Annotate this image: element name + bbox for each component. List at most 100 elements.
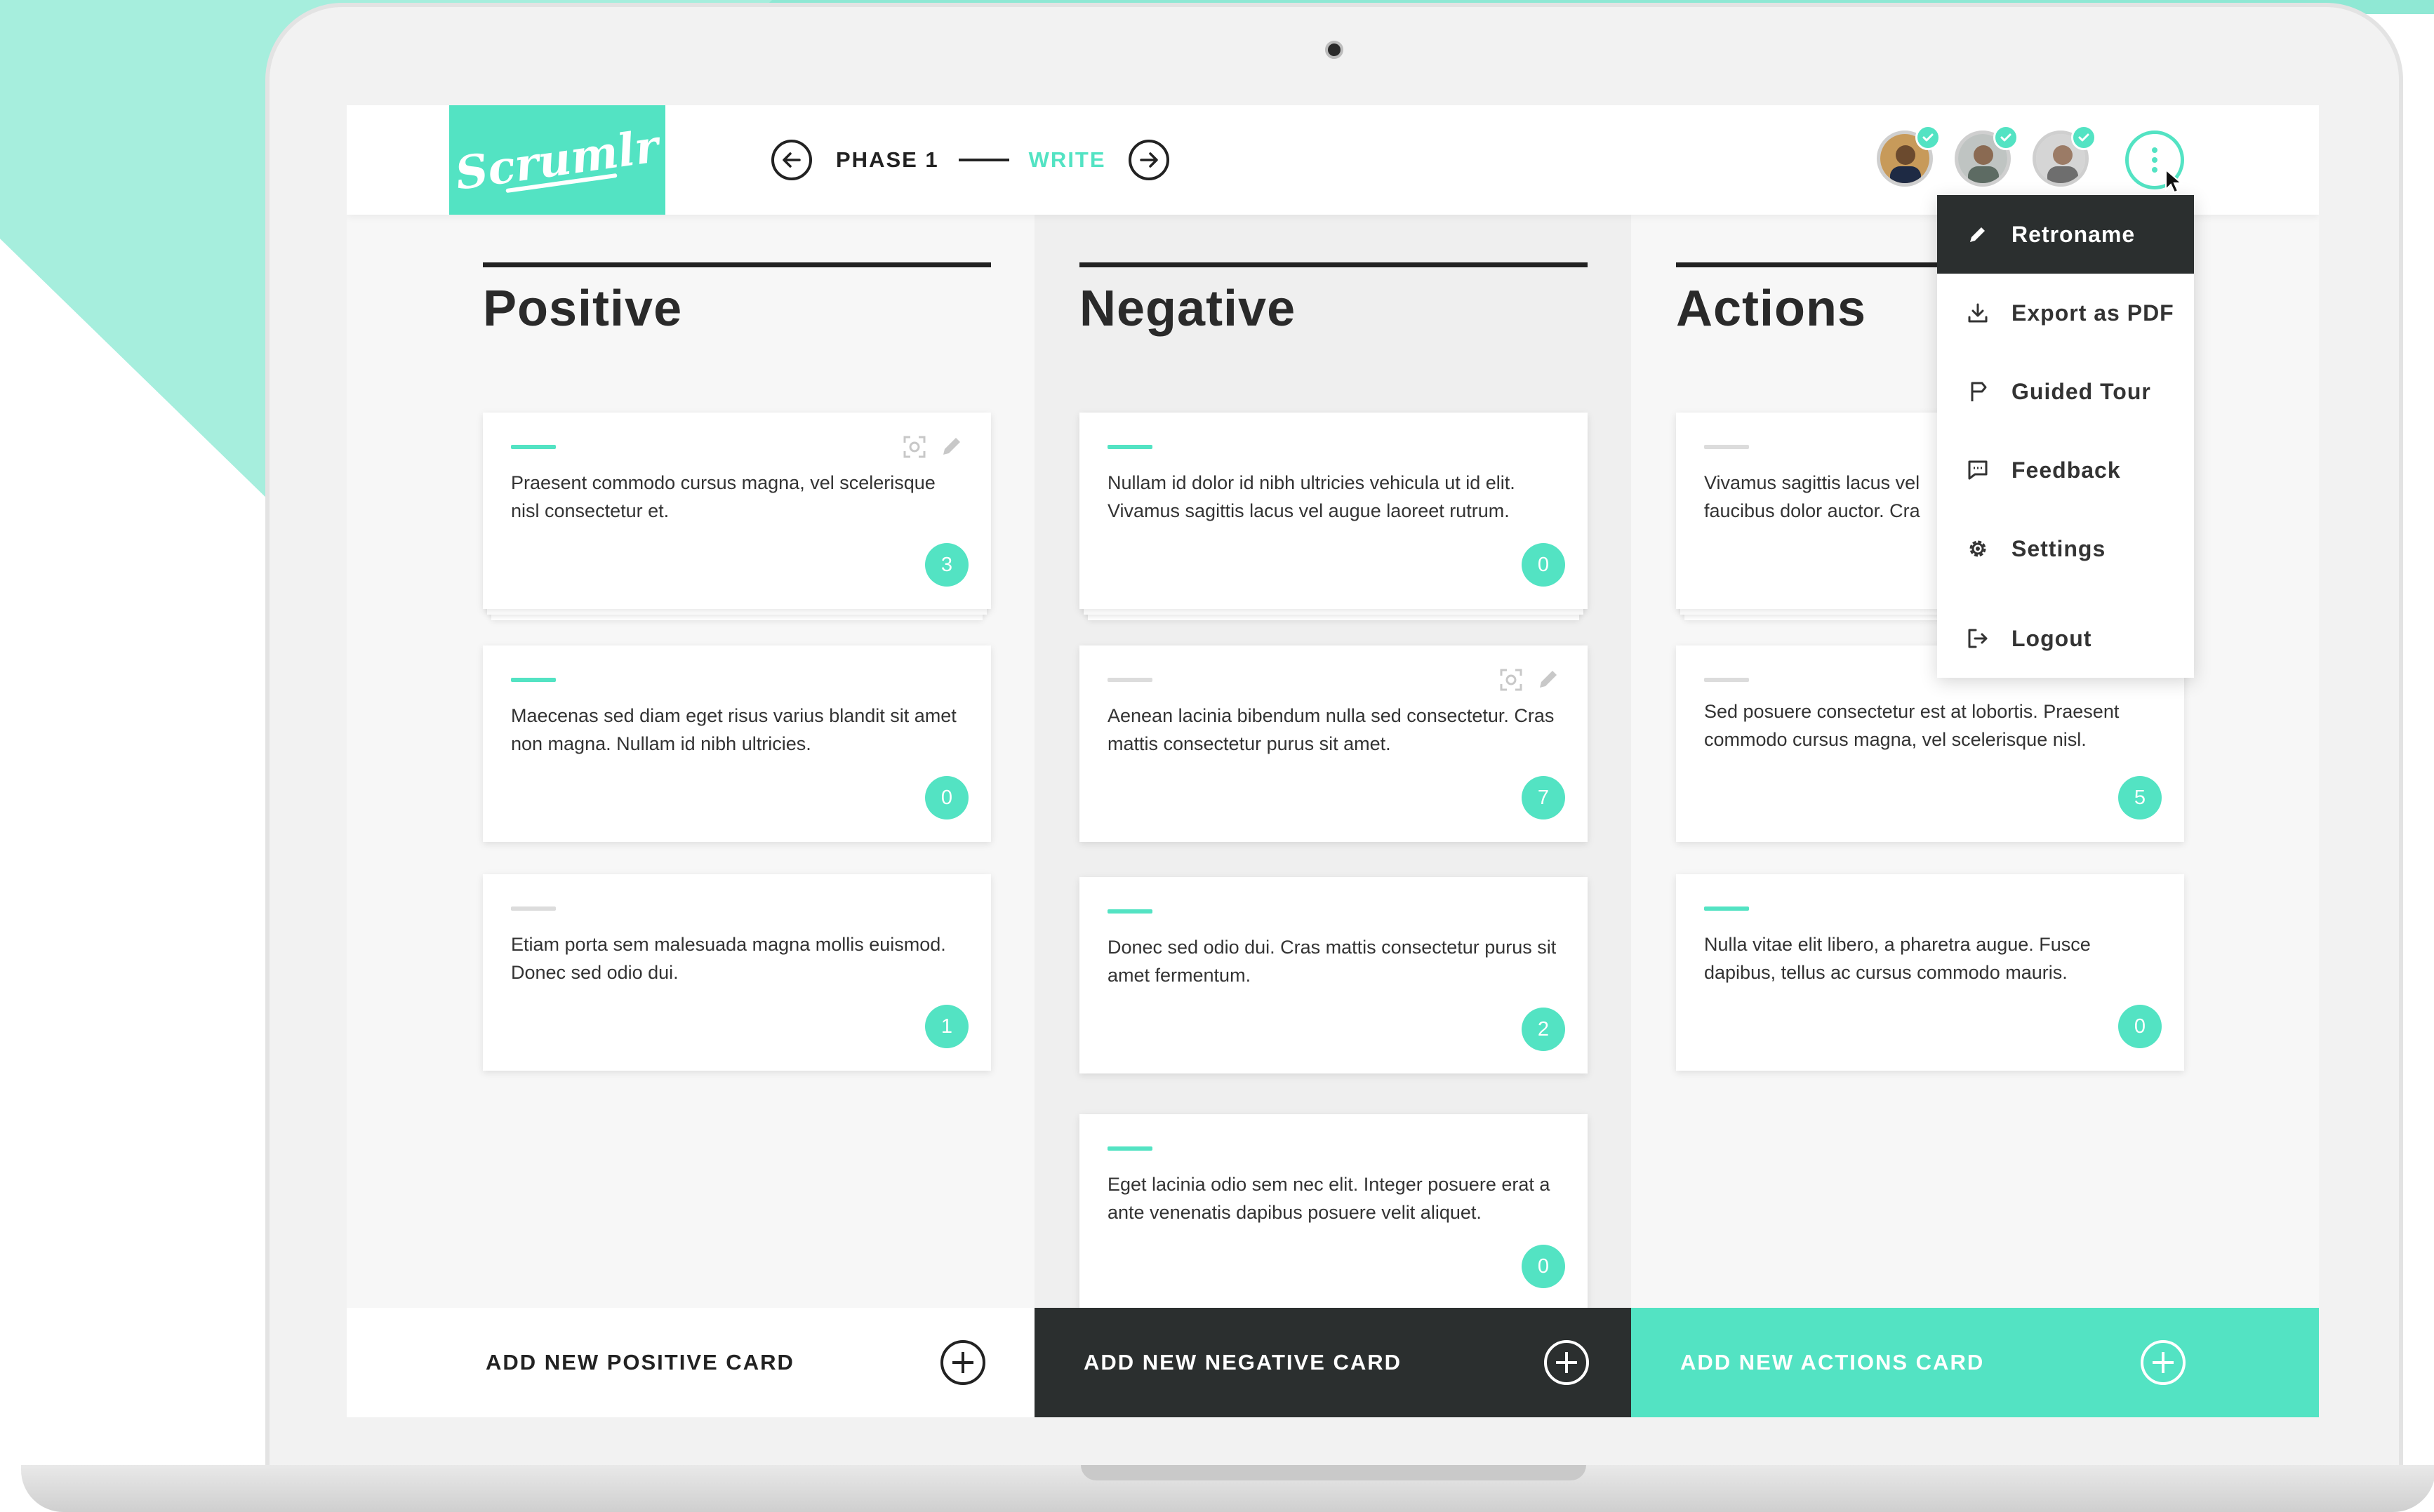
ready-check-icon [1993, 125, 2019, 150]
add-negative-card-button[interactable]: ADD NEW NEGATIVE CARD [1035, 1308, 1631, 1417]
card[interactable]: Nullam id dolor id nibh ultricies vehicu… [1079, 413, 1588, 609]
menu-item-logout[interactable]: Logout [1937, 599, 2194, 678]
card-text: Maecenas sed diam eget risus varius blan… [511, 705, 957, 754]
previous-phase-button[interactable] [771, 140, 812, 180]
phase-step: WRITE [1028, 147, 1106, 172]
arrow-left-icon [783, 152, 801, 168]
column-title: Positive [483, 281, 683, 337]
ready-check-icon [1915, 125, 1941, 150]
download-icon [1965, 300, 1990, 326]
vote-count-badge[interactable]: 7 [1522, 776, 1565, 819]
logout-icon [1965, 626, 1990, 651]
card[interactable]: Nulla vitae elit libero, a pharetra augu… [1676, 874, 2184, 1071]
vote-count-badge[interactable]: 0 [925, 776, 969, 819]
gear-icon [1965, 536, 1990, 561]
card[interactable]: Praesent commodo cursus magna, vel scele… [483, 413, 991, 609]
menu-item-export-pdf[interactable]: Export as PDF [1937, 274, 2194, 352]
column-positive: Positive Praesent commodo cursus magna, … [347, 215, 1035, 1308]
menu-item-guided-tour[interactable]: Guided Tour [1937, 352, 2194, 431]
participant-3[interactable] [2033, 125, 2110, 187]
card-color-marker [1704, 445, 1749, 449]
card-color-marker [1108, 909, 1152, 914]
plus-icon [940, 1340, 985, 1385]
card-color-marker [1704, 906, 1749, 911]
phase-label: PHASE 1 [836, 147, 939, 172]
card-color-marker [1108, 678, 1152, 682]
focus-icon[interactable] [903, 435, 926, 459]
menu-item-retroname[interactable]: Retroname [1937, 195, 2194, 274]
menu-dot [2152, 167, 2157, 173]
menu-item-label: Feedback [2011, 457, 2121, 483]
menu-dot [2152, 147, 2157, 153]
card[interactable]: Maecenas sed diam eget risus varius blan… [483, 645, 991, 842]
add-actions-card-button[interactable]: ADD NEW ACTIONS CARD [1631, 1308, 2319, 1417]
pencil-icon [1965, 222, 1990, 247]
next-phase-button[interactable] [1128, 140, 1169, 180]
menu-item-label: Logout [2011, 625, 2092, 651]
logo-text: Scrumlr [452, 119, 663, 201]
focus-icon[interactable] [1499, 668, 1523, 692]
menu-item-label: Settings [2011, 535, 2106, 561]
vote-count-badge[interactable]: 1 [925, 1005, 969, 1048]
add-positive-card-button[interactable]: ADD NEW POSITIVE CARD [347, 1308, 1035, 1417]
card-color-marker [511, 906, 556, 911]
participant-2[interactable] [1955, 125, 2033, 187]
vote-count-badge[interactable]: 0 [1522, 543, 1565, 587]
card[interactable]: Donec sed odio dui. Cras mattis consecte… [1079, 877, 1588, 1073]
card-text: Nulla vitae elit libero, a pharetra augu… [1704, 934, 2091, 983]
card-color-marker [511, 678, 556, 682]
card[interactable]: Eget lacinia odio sem nec elit. Integer … [1079, 1114, 1588, 1311]
plus-icon [1544, 1340, 1589, 1385]
vote-count-badge[interactable]: 3 [925, 543, 969, 587]
card-text: Praesent commodo cursus magna, vel scele… [511, 472, 936, 521]
column-header: Positive [483, 262, 991, 337]
card-color-marker [1108, 445, 1152, 449]
card-color-marker [1108, 1146, 1152, 1151]
mouse-cursor-icon [2165, 168, 2183, 194]
ready-check-icon [2071, 125, 2096, 150]
vote-count-badge[interactable]: 2 [1522, 1008, 1565, 1051]
card-text: Etiam porta sem malesuada magna mollis e… [511, 934, 946, 983]
menu-item-feedback[interactable]: Feedback [1937, 431, 2194, 509]
card-color-marker [511, 445, 556, 449]
card[interactable]: Aenean lacinia bibendum nulla sed consec… [1079, 645, 1588, 842]
participant-avatars [1877, 125, 2110, 187]
menu-dot [2152, 157, 2157, 163]
laptop-notch [1081, 1465, 1586, 1480]
arrow-right-icon [1139, 152, 1158, 168]
card-text: Aenean lacinia bibendum nulla sed consec… [1108, 705, 1555, 754]
card-color-marker [1704, 678, 1749, 682]
card-tools [903, 435, 963, 459]
app-logo[interactable]: Scrumlr [449, 105, 665, 215]
pencil-icon[interactable] [940, 435, 963, 457]
plus-icon [2141, 1340, 2186, 1385]
phase-divider [958, 159, 1009, 161]
column-header: Negative [1079, 262, 1588, 337]
card-text: Donec sed odio dui. Cras mattis consecte… [1108, 937, 1557, 986]
participant-1[interactable] [1877, 125, 1955, 187]
more-menu-dropdown: Retroname Export as PDF Guided Tour Feed… [1937, 195, 2194, 678]
card-text: Nullam id dolor id nibh ultricies vehicu… [1108, 472, 1515, 521]
signpost-icon [1965, 379, 1990, 404]
card[interactable]: Etiam porta sem malesuada magna mollis e… [483, 874, 991, 1071]
phase-navigation: PHASE 1 WRITE [771, 137, 1169, 183]
add-card-label: ADD NEW NEGATIVE CARD [1084, 1350, 1402, 1374]
card-text: Sed posuere consectetur est at lobortis.… [1704, 701, 2120, 750]
laptop-camera [1325, 41, 1343, 59]
card-tools [1499, 668, 1560, 692]
add-card-label: ADD NEW POSITIVE CARD [486, 1350, 794, 1374]
card-text: Eget lacinia odio sem nec elit. Integer … [1108, 1174, 1550, 1223]
add-card-label: ADD NEW ACTIONS CARD [1680, 1350, 1985, 1374]
pencil-icon[interactable] [1537, 668, 1560, 690]
vote-count-badge[interactable]: 5 [2118, 776, 2162, 819]
card-text: Vivamus sagittis lacus vel faucibus dolo… [1704, 472, 1920, 521]
menu-item-label: Export as PDF [2011, 300, 2174, 326]
column-negative: Negative Nullam id dolor id nibh ultrici… [1035, 215, 1631, 1311]
chat-icon [1965, 457, 1990, 483]
menu-item-label: Retroname [2011, 221, 2136, 247]
menu-item-label: Guided Tour [2011, 378, 2151, 404]
column-title: Negative [1079, 281, 1296, 337]
vote-count-badge[interactable]: 0 [1522, 1245, 1565, 1288]
vote-count-badge[interactable]: 0 [2118, 1005, 2162, 1048]
menu-item-settings[interactable]: Settings [1937, 509, 2194, 588]
